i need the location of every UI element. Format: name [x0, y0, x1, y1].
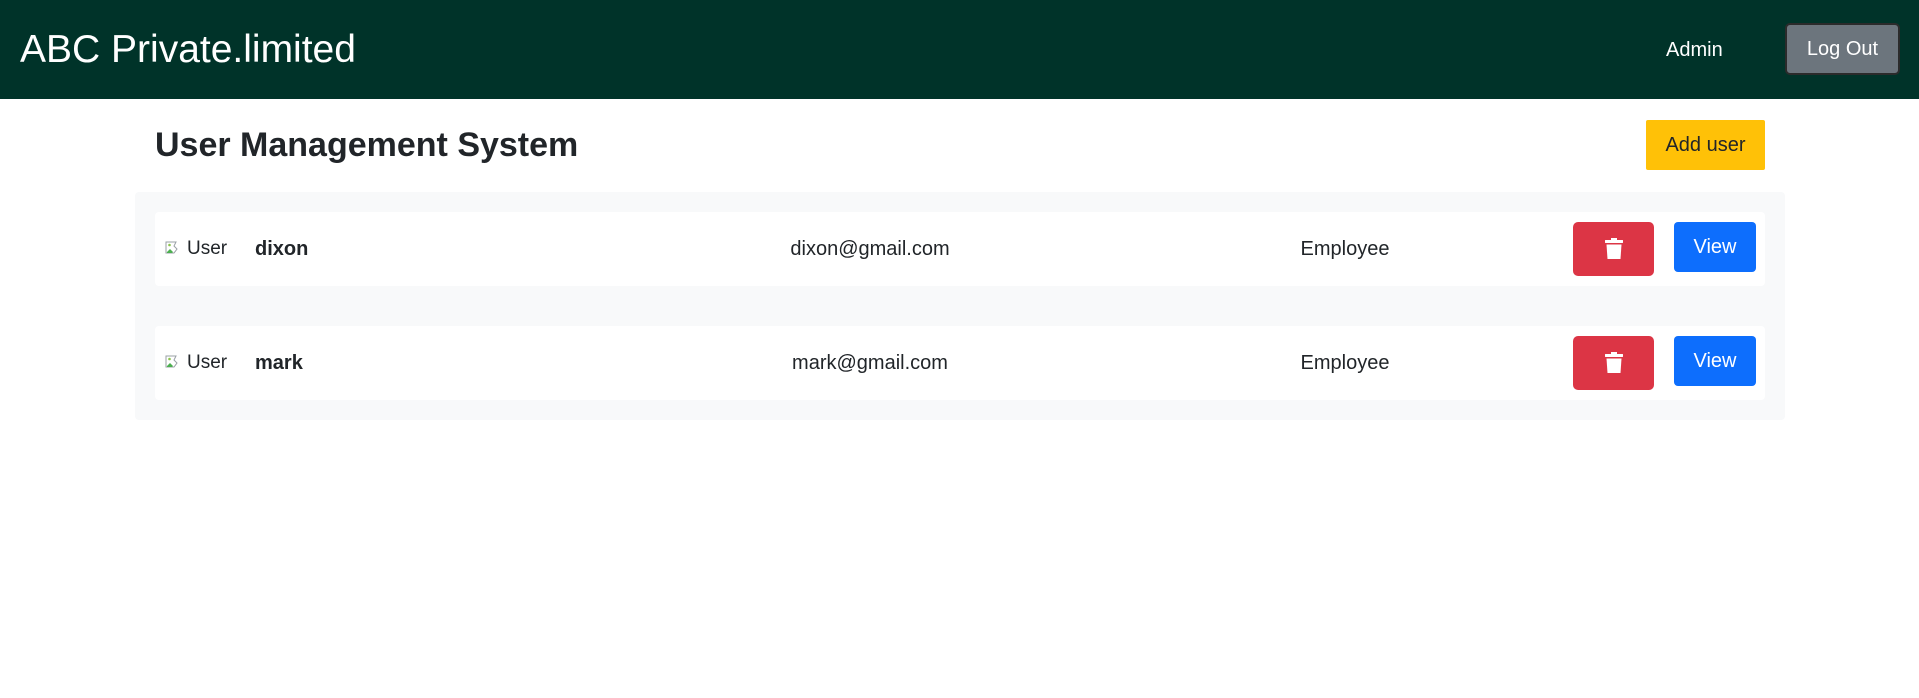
user-role: Employee: [1300, 238, 1390, 260]
user-list: User dixon dixon@gmail.com Employee View…: [135, 192, 1785, 420]
user-name: mark: [255, 352, 303, 374]
broken-image-icon: [165, 241, 178, 254]
admin-link[interactable]: Admin: [1666, 38, 1723, 62]
user-row: User dixon dixon@gmail.com Employee View: [155, 212, 1765, 286]
user-name: dixon: [255, 238, 309, 260]
user-email: dixon@gmail.com: [790, 238, 950, 260]
avatar-alt-text: User: [187, 238, 228, 259]
trash-icon: [1604, 238, 1623, 259]
page-title: User Management System: [155, 126, 579, 164]
brand-title[interactable]: ABC Private.limited: [20, 27, 356, 73]
user-row: User mark mark@gmail.com Employee View: [155, 326, 1765, 400]
avatar: User: [165, 352, 227, 374]
user-role: Employee: [1300, 352, 1390, 374]
view-button[interactable]: View: [1674, 222, 1756, 272]
top-navbar: ABC Private.limited Admin Log Out: [0, 0, 1919, 99]
add-user-button[interactable]: Add user: [1646, 120, 1765, 170]
avatar: User: [165, 238, 227, 260]
view-button[interactable]: View: [1674, 336, 1756, 386]
broken-image-icon: [165, 355, 178, 368]
avatar-alt-text: User: [187, 352, 228, 373]
logout-button[interactable]: Log Out: [1785, 23, 1900, 75]
user-email: mark@gmail.com: [792, 352, 948, 374]
trash-icon: [1604, 352, 1623, 373]
delete-button[interactable]: [1573, 222, 1654, 276]
delete-button[interactable]: [1573, 336, 1654, 390]
